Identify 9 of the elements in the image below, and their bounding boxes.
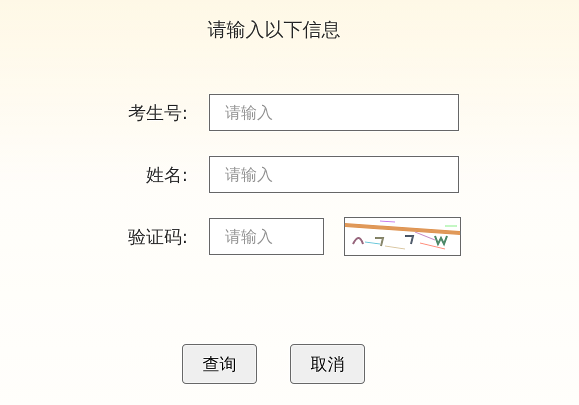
cancel-button[interactable]: 取消 [290, 344, 365, 384]
input-field[interactable]: 请输入 [209, 94, 459, 131]
query-button[interactable]: 查询 [182, 344, 257, 384]
captcha-field[interactable]: 请输入 [209, 218, 324, 255]
form-title: 请输入以下信息 [206, 18, 342, 43]
field-label: 验证码: [126, 226, 188, 248]
field-label: 考生号: [126, 102, 188, 124]
field-label: 姓名: [144, 164, 188, 186]
input-field[interactable]: 请输入 [209, 156, 459, 193]
